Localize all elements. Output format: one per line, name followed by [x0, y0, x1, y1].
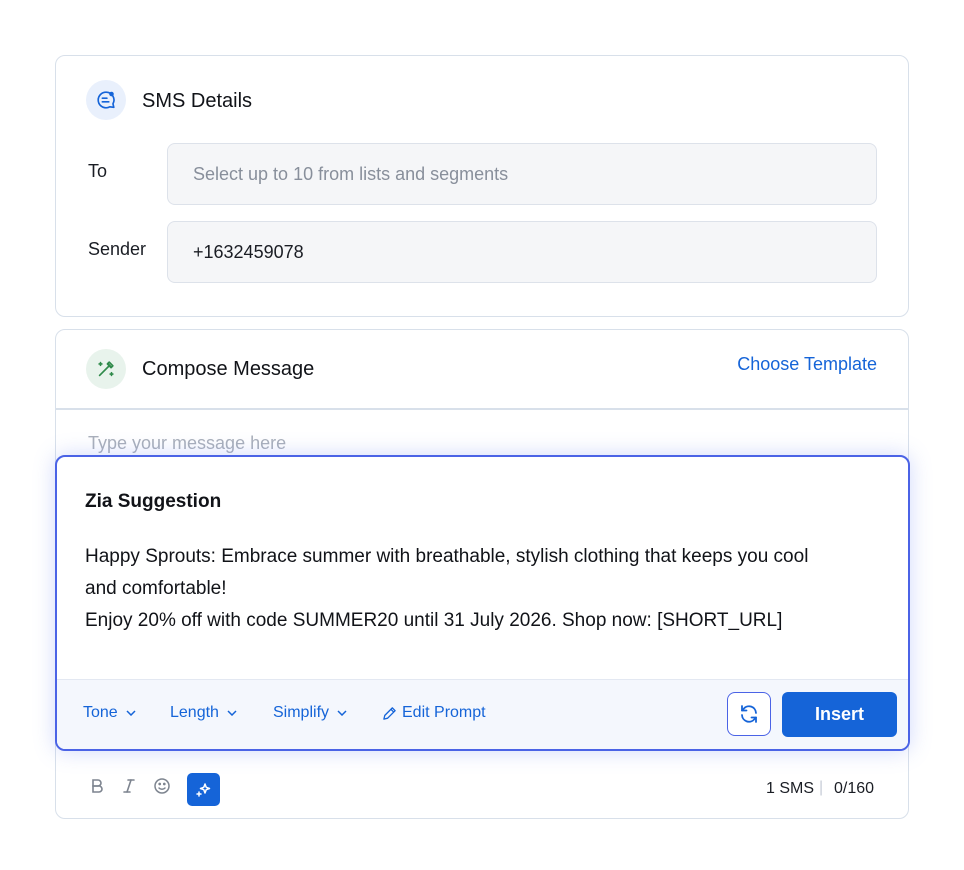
- bold-icon[interactable]: [87, 774, 107, 798]
- sms-count: 1 SMS: [766, 780, 815, 797]
- zia-suggestion-text[interactable]: Happy Sprouts: Embrace summer with breat…: [85, 541, 845, 637]
- simplify-label: Simplify: [273, 704, 330, 721]
- compose-divider: [56, 408, 908, 410]
- sms-details-title: SMS Details: [142, 90, 253, 112]
- to-field[interactable]: Select up to 10 from lists and segments: [167, 143, 877, 205]
- sms-chat-icon: [86, 80, 126, 120]
- regenerate-button[interactable]: [727, 692, 771, 736]
- choose-template-link[interactable]: Choose Template: [737, 354, 877, 375]
- sms-details-card: SMS Details To Select up to 10 from list…: [55, 55, 909, 317]
- message-input[interactable]: Type your message here: [88, 433, 286, 454]
- zia-suggestion-title: Zia Suggestion: [85, 491, 222, 512]
- chevron-down-icon: [337, 710, 347, 716]
- zia-suggestion-line-2: Enjoy 20% off with code SUMMER20 until 3…: [85, 610, 783, 631]
- length-dropdown[interactable]: Length: [170, 704, 237, 722]
- tone-label: Tone: [83, 704, 118, 721]
- zia-suggestion-line-1: Happy Sprouts: Embrace summer with breat…: [85, 546, 809, 599]
- emoji-icon[interactable]: [152, 774, 172, 798]
- char-count: 0/160: [834, 780, 875, 797]
- tone-dropdown[interactable]: Tone: [83, 704, 136, 722]
- edit-prompt-label: Edit Prompt: [402, 704, 486, 721]
- zia-suggestion-panel: Zia Suggestion Happy Sprouts: Embrace su…: [55, 455, 910, 751]
- chevron-down-icon: [126, 710, 136, 716]
- simplify-dropdown[interactable]: Simplify: [273, 704, 347, 722]
- pencil-icon: [383, 706, 396, 720]
- compose-toolbar: 1 SMS | 0/160: [56, 758, 908, 818]
- to-label: To: [88, 161, 108, 181]
- refresh-icon: [741, 705, 757, 723]
- compose-title: Compose Message: [142, 358, 315, 380]
- magic-pen-icon: [86, 349, 126, 389]
- insert-button[interactable]: Insert: [782, 692, 897, 737]
- zia-toolbar: Tone Length Simplify Edit Prompt Insert: [57, 679, 908, 749]
- sparkle-icon: [195, 782, 210, 797]
- length-label: Length: [170, 704, 219, 721]
- zia-sparkle-button[interactable]: [187, 773, 220, 806]
- italic-icon[interactable]: [119, 774, 139, 798]
- edit-prompt-button[interactable]: Edit Prompt: [382, 704, 486, 722]
- sender-field[interactable]: +1632459078: [167, 221, 877, 283]
- count-separator: |: [819, 779, 824, 796]
- sender-label: Sender: [88, 239, 147, 259]
- chevron-down-icon: [227, 710, 237, 716]
